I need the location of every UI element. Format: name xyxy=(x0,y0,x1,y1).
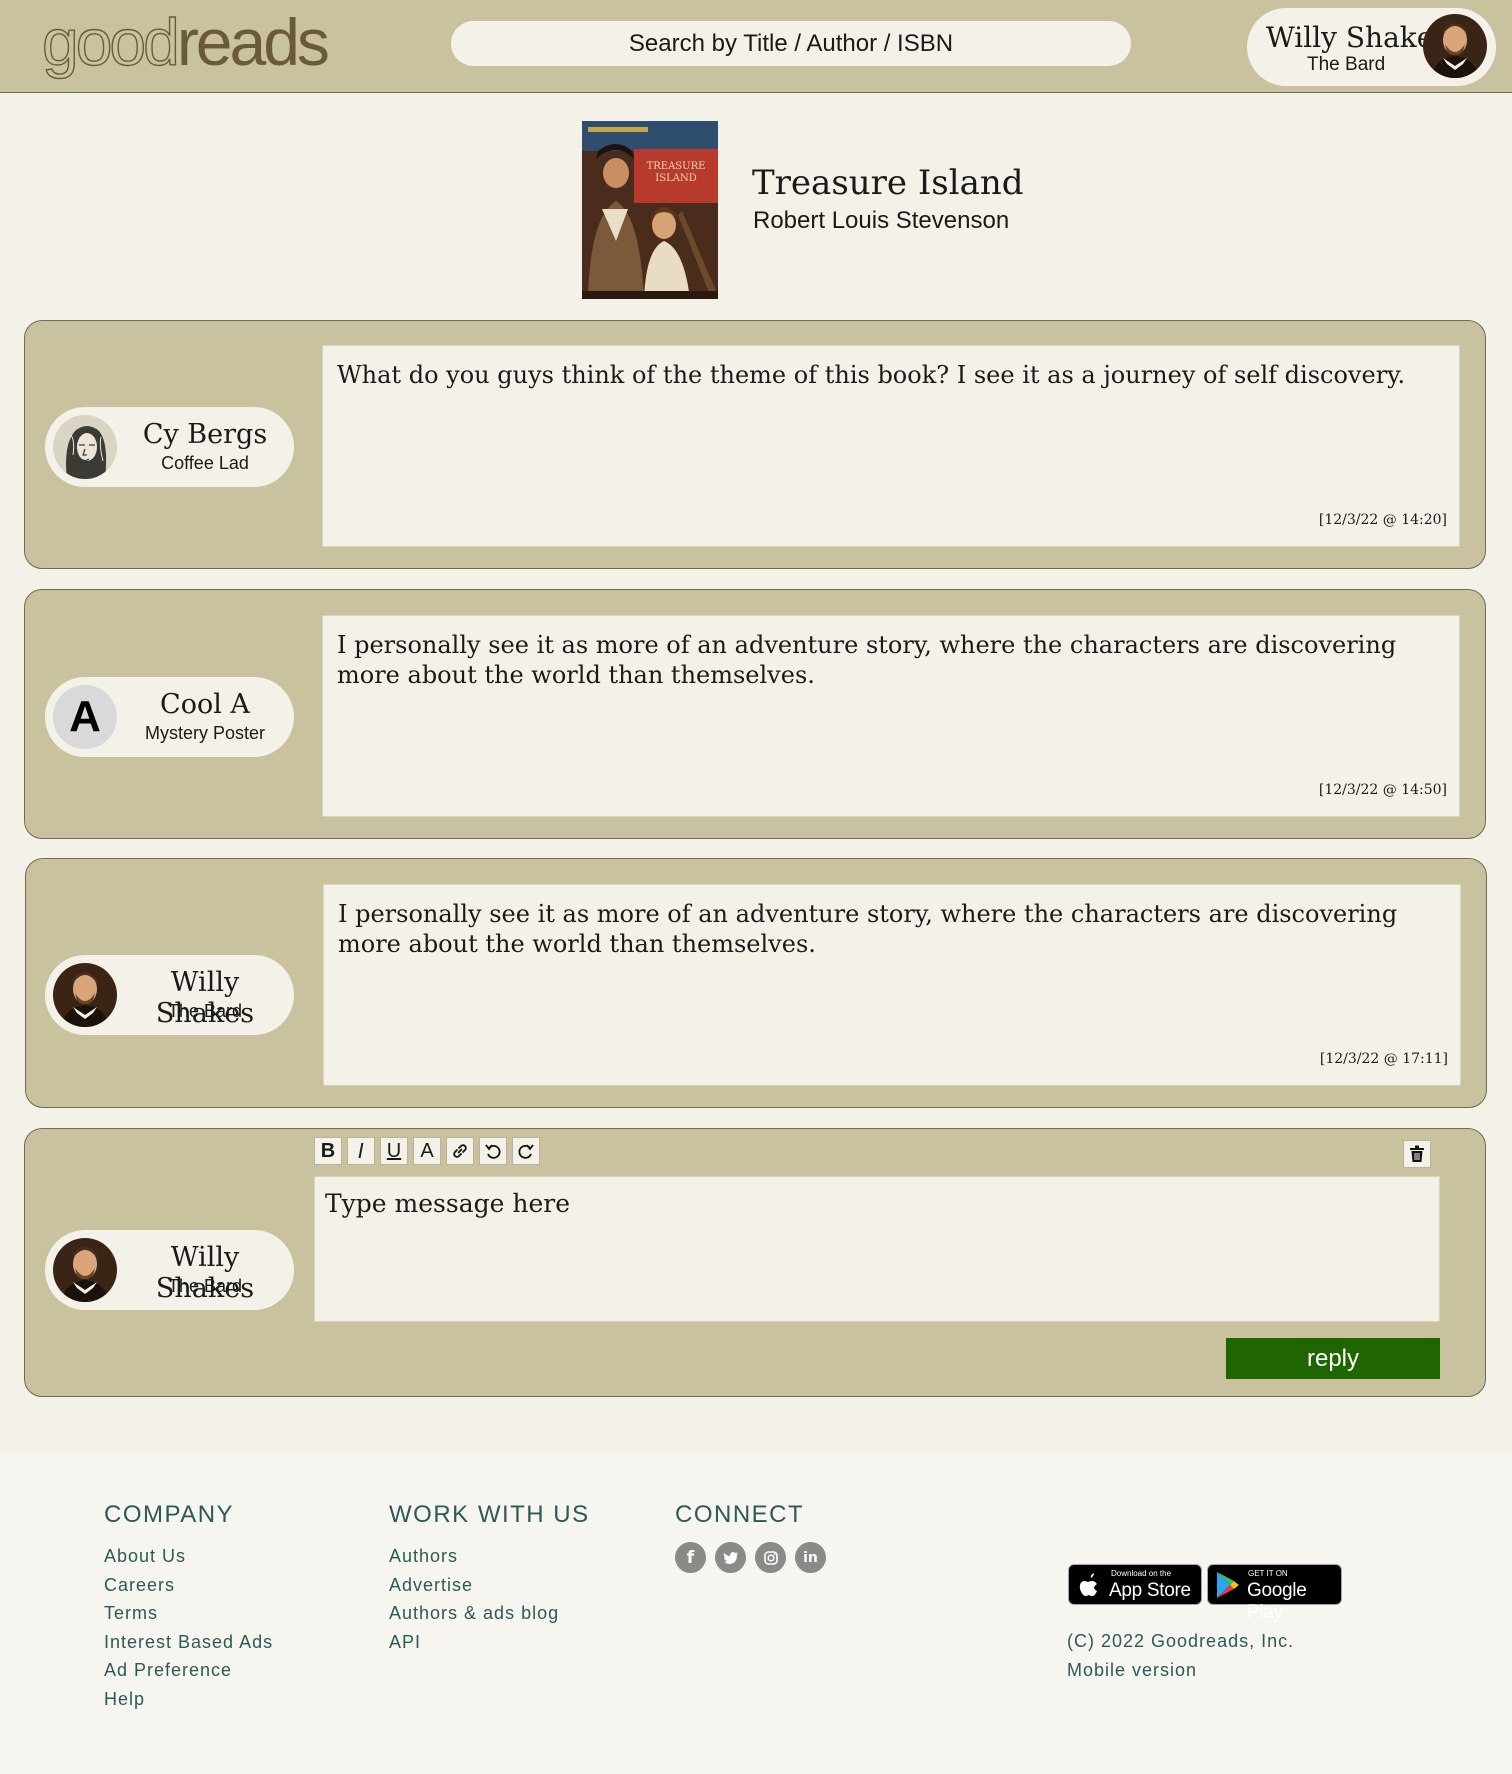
bold-glyph: B xyxy=(320,1139,336,1162)
instagram-icon[interactable] xyxy=(755,1542,786,1573)
poster-avatar xyxy=(53,415,117,479)
footer-link-interest-ads[interactable]: Interest Based Ads xyxy=(104,1628,273,1657)
footer-copyright-block: (C) 2022 Goodreads, Inc. Mobile version xyxy=(1067,1627,1294,1684)
underline-glyph: U xyxy=(386,1139,402,1162)
user-profile-pill[interactable]: Willy Shakes The Bard xyxy=(1247,8,1496,86)
post-timestamp: [12/3/22 @ 17:11] xyxy=(1319,1051,1448,1067)
font-color-glyph: A xyxy=(420,1139,434,1162)
book-cover[interactable]: TREASURE ISLAND xyxy=(582,121,718,299)
poster-card[interactable]: Cy Bergs Coffee Lad xyxy=(45,407,294,487)
poster-name: Cy Bergs xyxy=(142,419,268,450)
app-store-small: Download on the xyxy=(1111,1569,1172,1578)
post-text: I personally see it as more of an advent… xyxy=(338,900,1398,958)
poster-subtitle: Mystery Poster xyxy=(144,723,266,743)
post-message: I personally see it as more of an advent… xyxy=(322,615,1460,817)
poster-card[interactable]: Willy Shakes The Bard xyxy=(45,1230,294,1310)
post-text: I personally see it as more of an advent… xyxy=(337,631,1397,689)
footer-link-terms[interactable]: Terms xyxy=(104,1599,273,1628)
footer-link-about[interactable]: About Us xyxy=(104,1542,273,1571)
italic-glyph: I xyxy=(358,1139,364,1163)
reply-panel: Willy Shakes The Bard B I U A .editor::p… xyxy=(24,1128,1486,1397)
footer-heading: CONNECT xyxy=(675,1501,805,1528)
linkedin-icon[interactable]: in xyxy=(795,1542,826,1573)
footer-work-with-us: WORK WITH US Authors Advertise Authors &… xyxy=(389,1500,590,1656)
footer-link-advertise[interactable]: Advertise xyxy=(389,1571,590,1600)
link-icon xyxy=(453,1144,467,1158)
poster-name: Cool A xyxy=(160,689,250,720)
user-name: Willy Shakes xyxy=(1266,21,1448,54)
italic-button[interactable]: I xyxy=(347,1137,375,1165)
book-author: Robert Louis Stevenson xyxy=(753,207,1010,234)
post-message: I personally see it as more of an advent… xyxy=(323,884,1461,1086)
goodreads-logo[interactable]: goodreads xyxy=(41,2,330,82)
search-input[interactable]: Search by Title / Author / ISBN xyxy=(451,21,1131,66)
footer-heading: COMPANY xyxy=(104,1501,235,1528)
app-store-big: App Store xyxy=(1109,1580,1191,1601)
poster-card[interactable]: A Cool A Mystery Poster xyxy=(45,677,294,757)
copyright-text: (C) 2022 Goodreads, Inc. xyxy=(1067,1631,1295,1651)
avatar-letter: A xyxy=(69,692,101,741)
google-play-small: GET IT ON xyxy=(1248,1569,1288,1578)
post-message: What do you guys think of the theme of t… xyxy=(322,345,1460,547)
bold-button[interactable]: B xyxy=(314,1137,342,1165)
poster-avatar-letter: A xyxy=(53,685,117,749)
delete-draft-button[interactable] xyxy=(1403,1140,1431,1168)
redo-icon xyxy=(518,1144,534,1159)
discussion-post: Cy Bergs Coffee Lad What do you guys thi… xyxy=(24,320,1486,569)
discussion-post: A Cool A Mystery Poster I personally see… xyxy=(24,589,1486,839)
site-footer: COMPANY About Us Careers Terms Interest … xyxy=(0,1452,1512,1774)
google-play-icon xyxy=(1217,1572,1239,1598)
reply-button[interactable]: reply xyxy=(1226,1338,1440,1379)
cover-title-text-2: ISLAND xyxy=(655,173,696,184)
google-play-big: Google Play xyxy=(1247,1580,1307,1623)
undo-icon xyxy=(485,1144,501,1159)
trash-icon xyxy=(1410,1145,1424,1162)
poster-subtitle: Coffee Lad xyxy=(161,453,249,473)
logo-good: good xyxy=(41,4,180,79)
logo-reads: reads xyxy=(176,5,330,79)
redo-button[interactable] xyxy=(512,1137,540,1165)
footer-company: COMPANY About Us Careers Terms Interest … xyxy=(104,1500,273,1713)
user-avatar xyxy=(1423,14,1487,78)
poster-subtitle: The Bard xyxy=(167,1001,243,1021)
footer-link-authors-ads-blog[interactable]: Authors & ads blog xyxy=(389,1599,590,1628)
app-store-badge[interactable]: Download on the App Store xyxy=(1068,1564,1202,1605)
link-button[interactable] xyxy=(446,1137,474,1165)
poster-avatar xyxy=(53,1238,117,1302)
post-timestamp: [12/3/22 @ 14:50] xyxy=(1318,782,1447,798)
underline-button[interactable]: U xyxy=(380,1137,408,1165)
footer-link-careers[interactable]: Careers xyxy=(104,1571,273,1600)
footer-heading: WORK WITH US xyxy=(389,1501,590,1528)
footer-link-api[interactable]: API xyxy=(389,1628,590,1657)
footer-link-ad-preference[interactable]: Ad Preference xyxy=(104,1656,273,1685)
facebook-icon[interactable]: f xyxy=(675,1542,706,1573)
top-bar: goodreads Search by Title / Author / ISB… xyxy=(0,0,1512,93)
footer-link-authors[interactable]: Authors xyxy=(389,1542,590,1571)
apple-icon xyxy=(1079,1573,1097,1596)
font-color-button[interactable]: A xyxy=(413,1137,441,1165)
post-timestamp: [12/3/22 @ 14:20] xyxy=(1318,512,1447,528)
google-play-badge[interactable]: GET IT ON Google Play xyxy=(1207,1564,1342,1623)
twitter-icon[interactable] xyxy=(715,1542,746,1573)
search-placeholder: Search by Title / Author / ISBN xyxy=(628,29,954,57)
user-subtitle: The Bard xyxy=(1307,54,1386,75)
poster-card[interactable]: Willy Shakes The Bard xyxy=(45,955,294,1035)
formatting-toolbar: B I U A xyxy=(314,1137,540,1167)
undo-button[interactable] xyxy=(479,1137,507,1165)
post-text: What do you guys think of the theme of t… xyxy=(337,361,1406,389)
footer-connect: CONNECT f in xyxy=(675,1500,826,1573)
reply-message-input[interactable] xyxy=(314,1176,1440,1322)
poster-subtitle: The Bard xyxy=(167,1276,243,1296)
mobile-version-link[interactable]: Mobile version xyxy=(1067,1656,1294,1685)
poster-avatar xyxy=(53,963,117,1027)
book-title: Treasure Island xyxy=(752,163,1024,203)
discussion-post: Willy Shakes The Bard I personally see i… xyxy=(25,858,1487,1108)
cover-title-text: TREASURE xyxy=(647,161,706,172)
footer-link-help[interactable]: Help xyxy=(104,1685,273,1714)
